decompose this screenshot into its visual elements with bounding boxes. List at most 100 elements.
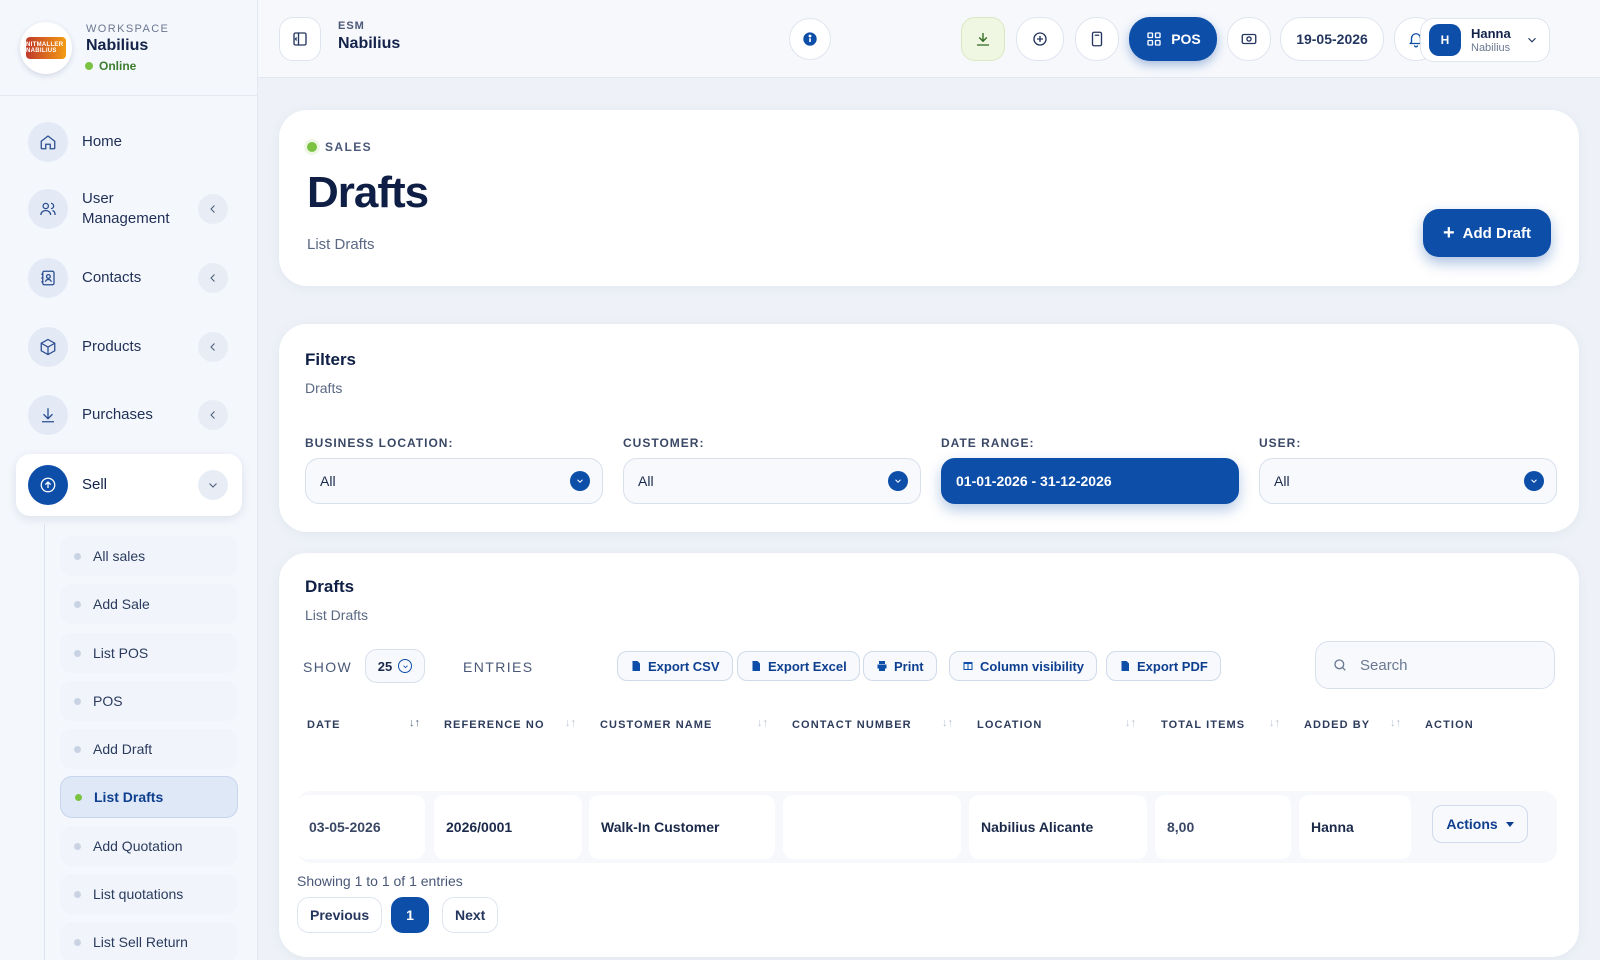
- sort-icon[interactable]: ↓↑: [1269, 717, 1280, 729]
- user-select[interactable]: All: [1259, 458, 1557, 504]
- calculator-icon: [1091, 31, 1103, 47]
- date-range-picker[interactable]: 01-01-2026 - 31-12-2026: [941, 458, 1239, 504]
- submenu-item-list-drafts[interactable]: List Drafts: [60, 776, 238, 818]
- drafts-table-card: Drafts List Drafts SHOW 25 ENTRIES Expor…: [279, 553, 1579, 957]
- user-menu[interactable]: H Hanna Nabilius: [1420, 18, 1550, 62]
- workspace-logo[interactable]: NITMALLER NABILIUS: [20, 21, 72, 74]
- status-dot: [85, 61, 93, 70]
- sidebar-item-purchases[interactable]: Purchases: [16, 393, 242, 437]
- sidebar-item-label: User Management: [82, 190, 170, 227]
- user-name: Hanna: [1471, 26, 1511, 41]
- chevron-left-icon[interactable]: [198, 332, 228, 362]
- sort-icon[interactable]: ↓↑: [565, 717, 576, 729]
- download-icon: [28, 395, 68, 435]
- submenu-item-add-quotation[interactable]: Add Quotation: [60, 826, 238, 866]
- sort-icon[interactable]: ↓↑: [409, 717, 420, 729]
- calculator-button[interactable]: [1075, 17, 1119, 61]
- customer-select[interactable]: All: [623, 458, 921, 504]
- pos-button[interactable]: POS: [1129, 17, 1217, 61]
- user-filter: USER: All: [1259, 436, 1557, 504]
- export-csv-button[interactable]: Export CSV: [617, 651, 733, 681]
- info-button[interactable]: [789, 18, 831, 60]
- sidebar-toggle-icon: [293, 32, 307, 46]
- filters-subtitle: Drafts: [305, 380, 343, 396]
- col-header-date[interactable]: DATE: [307, 719, 341, 731]
- submenu-item-list-sell-return[interactable]: List Sell Return: [60, 922, 238, 960]
- sidebar-item-products[interactable]: Products: [16, 325, 242, 369]
- chevron-down-icon[interactable]: [198, 470, 228, 500]
- col-header-location[interactable]: LOCATION: [977, 719, 1042, 731]
- submenu-item-list-quotations[interactable]: List quotations: [60, 874, 238, 914]
- upload-icon: [28, 465, 68, 505]
- business-location-filter: BUSINESS LOCATION: All: [305, 436, 603, 504]
- col-header-added-by[interactable]: ADDED BY: [1304, 719, 1370, 731]
- page-size-select[interactable]: 25: [365, 649, 425, 683]
- filters-title: Filters: [305, 350, 357, 369]
- app-brand: ESM Nabilius: [338, 20, 400, 53]
- filter-label: CUSTOMER:: [623, 436, 705, 450]
- print-button[interactable]: Print: [863, 651, 937, 681]
- sidebar-item-label: Purchases: [82, 406, 153, 423]
- contacts-icon: [28, 258, 68, 298]
- sort-icon[interactable]: ↓↑: [757, 717, 768, 729]
- col-header-contact[interactable]: CONTACT NUMBER: [792, 719, 912, 731]
- select-value: All: [1274, 473, 1290, 489]
- chevron-down-icon: [398, 659, 413, 673]
- bullet-icon: [74, 890, 81, 898]
- file-csv-icon: [632, 661, 640, 671]
- export-excel-button[interactable]: Export Excel: [737, 651, 860, 681]
- sidebar-item-home[interactable]: Home: [16, 120, 242, 164]
- sort-icon[interactable]: ↓↑: [942, 717, 953, 729]
- customer-filter: CUSTOMER: All: [623, 436, 921, 504]
- search-input[interactable]: [1360, 656, 1540, 674]
- cell-added-by: Hanna: [1299, 795, 1411, 859]
- bullet-icon: [74, 842, 81, 850]
- date-display[interactable]: 19-05-2026: [1280, 17, 1384, 61]
- download-button[interactable]: [961, 17, 1005, 61]
- actions-label: Actions: [1446, 816, 1498, 832]
- submenu-item-all-sales[interactable]: All sales: [60, 536, 238, 576]
- export-pdf-button[interactable]: Export PDF: [1106, 651, 1221, 681]
- sidebar-item-contacts[interactable]: Contacts: [16, 256, 242, 300]
- submenu-item-add-sale[interactable]: Add Sale: [60, 584, 238, 624]
- sort-icon[interactable]: ↓↑: [1390, 717, 1401, 729]
- pagination-next[interactable]: Next: [442, 897, 499, 933]
- cash-register-button[interactable]: [1227, 17, 1271, 61]
- sort-icon[interactable]: ↓↑: [1125, 717, 1136, 729]
- button-label: Export Excel: [768, 658, 847, 674]
- submenu-item-add-draft[interactable]: Add Draft: [60, 729, 238, 769]
- workspace-header: NITMALLER NABILIUS WORKSPACE Nabilius On…: [0, 0, 257, 96]
- cell-location: Nabilius Alicante: [969, 795, 1147, 859]
- sidebar-item-label: Contacts: [82, 269, 142, 286]
- col-header-customer[interactable]: CUSTOMER NAME: [600, 719, 713, 731]
- sidebar: NITMALLER NABILIUS WORKSPACE Nabilius On…: [0, 0, 258, 960]
- column-visibility-button[interactable]: Column visibility: [949, 651, 1098, 681]
- app-kicker: ESM: [338, 20, 365, 32]
- submenu-item-list-pos[interactable]: List POS: [60, 633, 238, 673]
- bullet-icon: [74, 745, 81, 753]
- sidebar-item-user-management[interactable]: User Management: [16, 187, 242, 231]
- col-header-reference[interactable]: REFERENCE NO: [444, 719, 545, 731]
- sidebar-item-sell[interactable]: Sell: [16, 454, 242, 516]
- business-location-select[interactable]: All: [305, 458, 603, 504]
- add-new-button[interactable]: [1016, 17, 1064, 61]
- caret-down-icon: [1505, 821, 1514, 827]
- sidebar-toggle-button[interactable]: [279, 17, 321, 61]
- users-icon: [28, 189, 68, 229]
- chevron-left-icon[interactable]: [198, 400, 228, 430]
- status-text: Online: [99, 58, 137, 73]
- pagination-previous[interactable]: Previous: [297, 897, 383, 933]
- filter-label: USER:: [1259, 436, 1302, 450]
- submenu-guide-line: [44, 524, 45, 960]
- chevron-left-icon[interactable]: [198, 263, 228, 293]
- table-title: Drafts: [305, 577, 355, 596]
- workspace-kicker: WORKSPACE: [86, 22, 170, 35]
- col-header-total-items[interactable]: TOTAL ITEMS: [1161, 719, 1245, 731]
- pagination-page-1[interactable]: 1: [391, 897, 429, 933]
- actions-dropdown-button[interactable]: Actions: [1432, 805, 1528, 843]
- submenu-item-pos[interactable]: POS: [60, 681, 238, 721]
- sidebar-item-label: Products: [82, 338, 142, 355]
- box-icon: [28, 327, 68, 367]
- add-draft-button[interactable]: + Add Draft: [1423, 209, 1551, 257]
- chevron-left-icon[interactable]: [198, 194, 228, 224]
